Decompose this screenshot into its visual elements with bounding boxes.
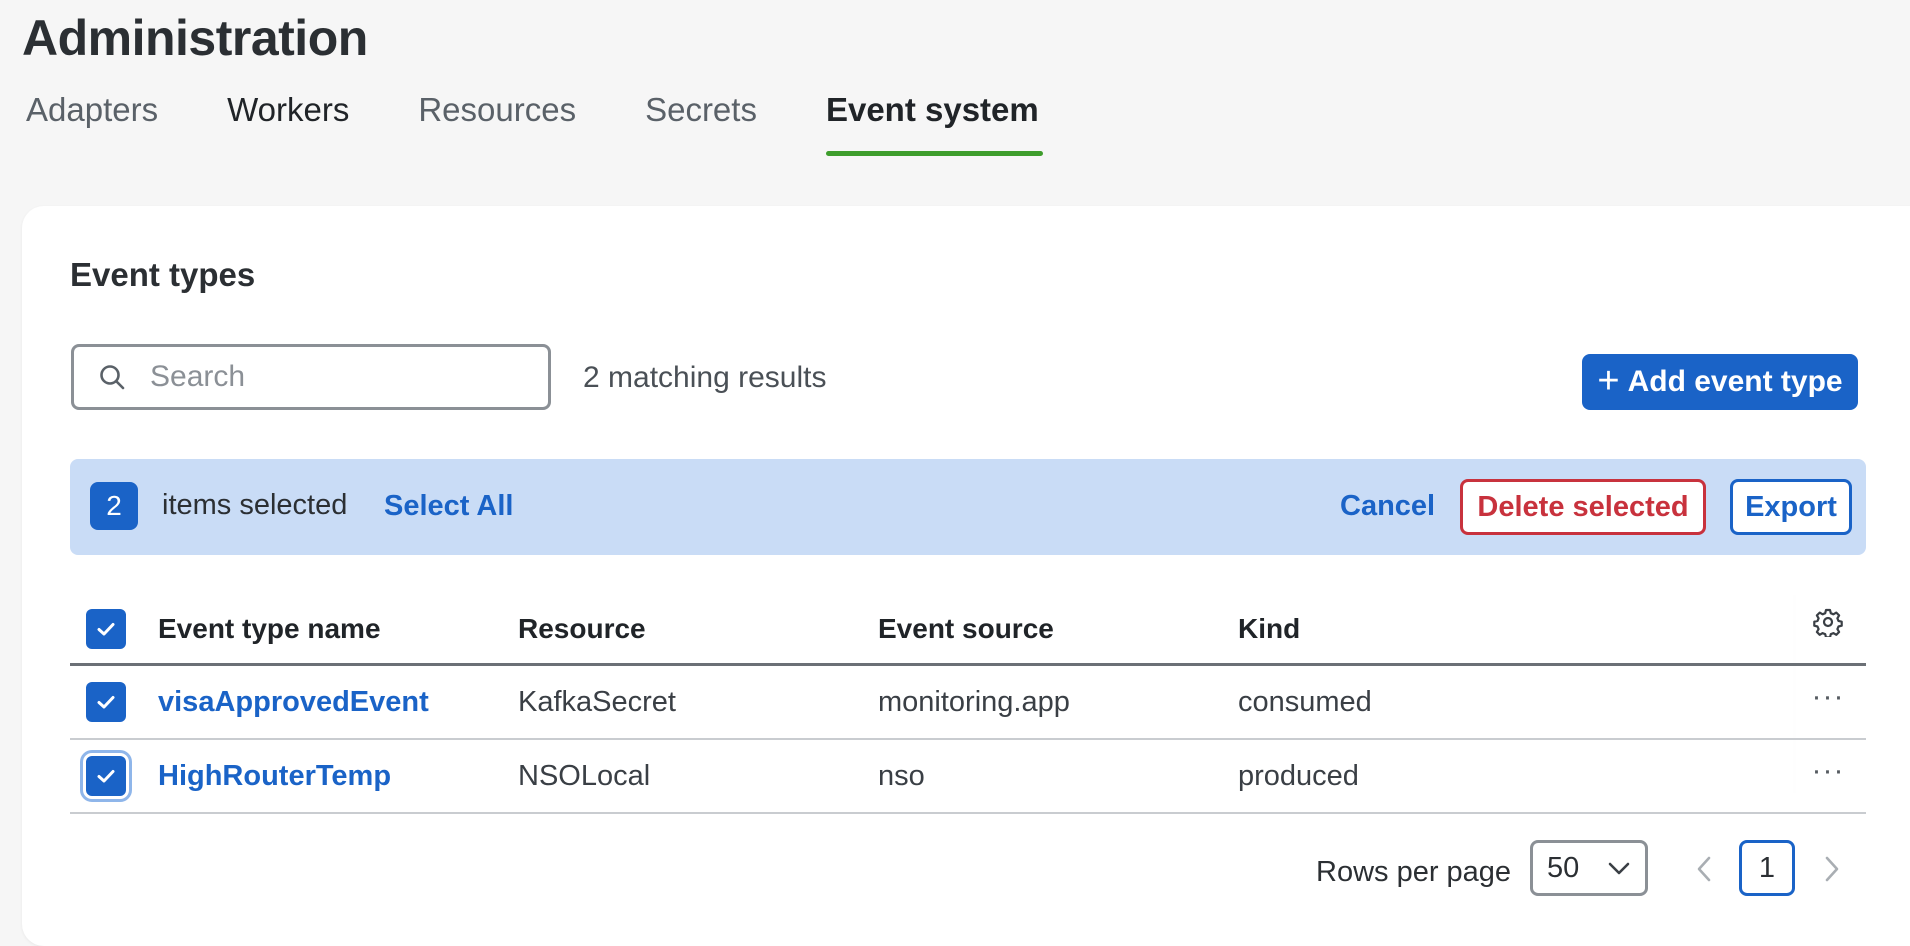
column-header-kind[interactable]: Kind	[1238, 588, 1300, 663]
checkmark-icon	[97, 696, 115, 709]
search-box[interactable]	[71, 344, 551, 410]
pagination: Rows per page 50 1	[22, 840, 1910, 900]
search-input[interactable]	[148, 359, 508, 395]
tab-bar: Adapters Workers Resources Secrets Event…	[26, 86, 1108, 156]
table-row: HighRouterTemp NSOLocal nso produced ···	[70, 740, 1866, 814]
row-actions-cell: ···	[1808, 740, 1848, 812]
event-type-name-link[interactable]: HighRouterTemp	[158, 740, 391, 812]
row-checkbox[interactable]	[80, 750, 132, 802]
resource-cell: NSOLocal	[518, 759, 651, 792]
column-header-resource[interactable]: Resource	[518, 588, 646, 663]
column-header-source[interactable]: Event source	[878, 588, 1054, 663]
event-types-table: Event type name Resource Event source Ki…	[70, 588, 1866, 814]
tab-workers[interactable]: Workers	[227, 86, 349, 156]
chevron-left-icon[interactable]	[1694, 854, 1714, 884]
section-title: Event types	[70, 256, 256, 293]
checkmark-icon	[97, 770, 115, 783]
tab-secrets[interactable]: Secrets	[645, 86, 757, 156]
event-source-cell: nso	[878, 759, 925, 792]
row-checkbox-cell	[86, 666, 126, 738]
event-type-name-link[interactable]: visaApprovedEvent	[158, 666, 429, 738]
more-horizontal-icon[interactable]: ···	[1812, 756, 1845, 786]
rows-per-page-value: 50	[1547, 851, 1580, 884]
select-all-checkbox[interactable]	[86, 608, 126, 649]
tab-adapters[interactable]: Adapters	[26, 86, 158, 156]
add-event-type-button[interactable]: + Add event type	[1582, 354, 1858, 410]
rows-per-page-select[interactable]: 50	[1530, 840, 1648, 896]
kind-cell: consumed	[1238, 685, 1372, 718]
tab-resources[interactable]: Resources	[418, 86, 576, 156]
delete-selected-button[interactable]: Delete selected	[1460, 479, 1706, 535]
chevron-right-icon[interactable]	[1822, 854, 1842, 884]
row-actions-cell: ···	[1808, 666, 1848, 738]
search-icon	[100, 365, 125, 390]
resource-cell: KafkaSecret	[518, 685, 676, 718]
matching-results-count: 2 matching results	[583, 361, 827, 394]
table-row: visaApprovedEvent KafkaSecret monitoring…	[70, 666, 1866, 740]
add-event-type-label: Add event type	[1627, 365, 1843, 398]
kind-cell: produced	[1238, 759, 1359, 792]
event-source-cell: monitoring.app	[878, 685, 1070, 718]
select-all-button[interactable]: Select All	[384, 490, 513, 523]
row-checkbox[interactable]	[86, 682, 126, 722]
plus-icon: +	[1597, 359, 1620, 402]
more-horizontal-icon[interactable]: ···	[1812, 682, 1845, 712]
event-types-card: Event types 2 matching results + Add eve…	[22, 206, 1910, 946]
table-header: Event type name Resource Event source Ki…	[70, 588, 1866, 666]
checkmark-icon	[97, 622, 115, 635]
rows-per-page-label: Rows per page	[1316, 856, 1512, 888]
page-title: Administration	[22, 10, 368, 66]
row-checkbox-cell	[80, 740, 132, 812]
page-number-button[interactable]: 1	[1739, 840, 1795, 896]
bulk-selection-bar: 2 items selected Select All Cancel Delet…	[70, 459, 1866, 555]
items-selected-label: items selected	[162, 489, 348, 521]
export-button[interactable]: Export	[1730, 479, 1852, 535]
column-settings-cell	[1808, 588, 1848, 663]
tab-event-system[interactable]: Event system	[825, 86, 1043, 156]
cancel-button[interactable]: Cancel	[1340, 490, 1435, 523]
header-checkbox-cell	[86, 588, 126, 663]
gear-icon[interactable]	[1813, 607, 1843, 637]
chevron-down-icon	[1608, 862, 1630, 875]
column-header-name[interactable]: Event type name	[158, 588, 381, 663]
selected-count-badge: 2	[90, 482, 138, 530]
